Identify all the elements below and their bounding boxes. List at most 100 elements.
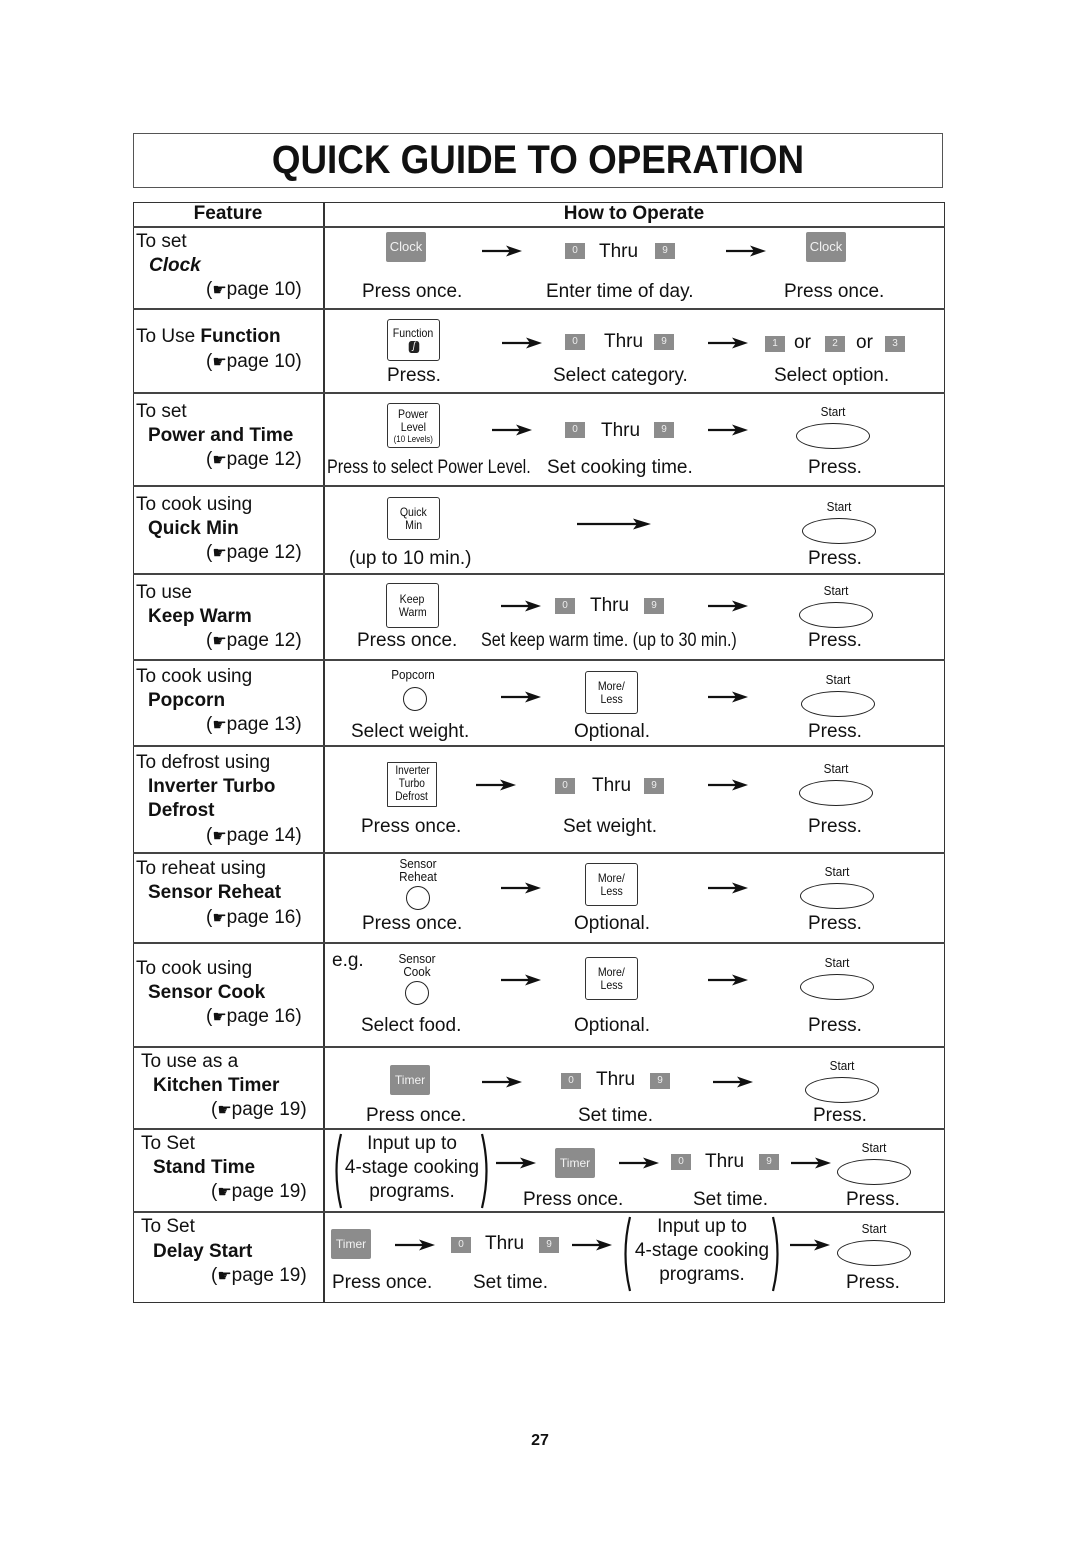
start-button[interactable] — [796, 423, 870, 449]
timer-button[interactable]: Timer — [331, 1229, 371, 1259]
timer-button[interactable]: Timer — [555, 1148, 595, 1178]
page-ref[interactable]: (☛page 10) — [206, 279, 302, 302]
power-level-button[interactable]: Power Level (10 Levels) — [387, 403, 440, 448]
page-ref[interactable]: (☛page 12) — [206, 449, 302, 472]
thru-label: Thru — [599, 241, 639, 262]
arrow-icon — [476, 778, 516, 792]
key-9-button[interactable]: 9 — [655, 243, 675, 259]
inverter-turbo-defrost-button[interactable]: Inverter Turbo Defrost — [387, 762, 437, 807]
program-note-line: programs. — [659, 1264, 745, 1285]
key-2-button[interactable]: 2 — [825, 336, 845, 352]
page-ref[interactable]: (☛page 16) — [206, 907, 302, 930]
start-label: Start — [861, 1221, 887, 1236]
more-less-button[interactable]: More/ Less — [585, 957, 638, 1000]
key-0-button[interactable]: 0 — [565, 243, 585, 259]
popcorn-button[interactable] — [403, 687, 427, 711]
key-9-button[interactable]: 9 — [644, 598, 664, 614]
page-ref[interactable]: (☛page 19) — [211, 1099, 307, 1122]
program-note-line: Input up to — [367, 1133, 457, 1154]
pointing-hand-icon: ☛ — [212, 545, 227, 562]
key-9-button[interactable]: 9 — [650, 1073, 670, 1089]
key-9-button[interactable]: 9 — [539, 1237, 559, 1253]
quick-min-button[interactable]: Quick Min — [387, 497, 440, 540]
key-0-button[interactable]: 0 — [555, 778, 575, 794]
start-button[interactable] — [837, 1159, 911, 1185]
arrow-icon — [395, 1238, 435, 1252]
arrow-icon — [482, 244, 522, 258]
step-label: Press. — [808, 913, 862, 934]
step-label: Select category. — [553, 365, 688, 386]
function-button[interactable]: Function ʃ — [387, 319, 440, 361]
step-label: Press. — [846, 1272, 900, 1293]
start-button[interactable] — [805, 1077, 879, 1103]
arrow-icon — [492, 423, 532, 437]
key-9-button[interactable]: 9 — [654, 422, 674, 438]
page-ref[interactable]: (☛page 12) — [206, 542, 302, 565]
keep-warm-button[interactable]: Keep Warm — [386, 583, 439, 628]
pointing-hand-icon: ☛ — [217, 1102, 232, 1119]
step-label: Press. — [387, 365, 441, 386]
feature-name-sensor-cook: Sensor Cook — [148, 982, 266, 1003]
more-less-button[interactable]: More/ Less — [585, 863, 638, 906]
page-ref[interactable]: (☛page 14) — [206, 825, 302, 848]
start-button[interactable] — [800, 883, 874, 909]
feature-intro: To use as a — [141, 1051, 239, 1072]
start-button[interactable] — [801, 691, 875, 717]
step-label: Press. — [808, 1015, 862, 1036]
more-less-button[interactable]: More/ Less — [585, 671, 638, 714]
start-label: Start — [824, 864, 850, 879]
page-ref[interactable]: (☛page 12) — [206, 630, 302, 653]
page-ref[interactable]: (☛page 19) — [211, 1181, 307, 1204]
clock-button[interactable]: Clock — [806, 232, 846, 262]
arrow-icon — [501, 973, 541, 987]
row-divider — [133, 392, 945, 394]
sensor-cook-button[interactable] — [405, 981, 429, 1005]
key-0-button[interactable]: 0 — [671, 1154, 691, 1170]
start-button[interactable] — [802, 518, 876, 544]
feature-intro: To reheat using — [136, 858, 266, 879]
page-ref[interactable]: (☛page 13) — [206, 714, 302, 737]
page-ref[interactable]: (☛page 16) — [206, 1006, 302, 1029]
start-button[interactable] — [799, 602, 873, 628]
row-divider — [133, 308, 945, 310]
key-0-button[interactable]: 0 — [561, 1073, 581, 1089]
clock-button[interactable]: Clock — [386, 232, 426, 262]
start-label: Start — [826, 499, 852, 514]
key-3-button[interactable]: 3 — [885, 336, 905, 352]
feature-intro: To defrost using — [136, 752, 271, 773]
thru-label: Thru — [592, 775, 632, 796]
key-9-button[interactable]: 9 — [644, 778, 664, 794]
step-label: Set weight. — [563, 816, 657, 837]
timer-button[interactable]: Timer — [390, 1065, 430, 1095]
key-0-button[interactable]: 0 — [565, 334, 585, 350]
step-label: Set keep warm time. (up to 30 min.) — [481, 630, 737, 651]
feature-name-keep-warm: Keep Warm — [148, 606, 252, 627]
arrow-icon — [708, 778, 748, 792]
start-button[interactable] — [799, 780, 873, 806]
key-1-button[interactable]: 1 — [765, 336, 785, 352]
page-ref[interactable]: (☛page 19) — [211, 1265, 307, 1288]
start-button[interactable] — [800, 974, 874, 1000]
sensor-reheat-button[interactable] — [406, 886, 430, 910]
start-button[interactable] — [837, 1240, 911, 1266]
key-9-button[interactable]: 9 — [654, 334, 674, 350]
pointing-hand-icon: ☛ — [217, 1268, 232, 1285]
page-ref[interactable]: (☛page 10) — [206, 351, 302, 374]
header-feature: Feature — [193, 203, 263, 224]
key-9-button[interactable]: 9 — [759, 1154, 779, 1170]
key-0-button[interactable]: 0 — [555, 598, 575, 614]
arrow-icon — [791, 1156, 831, 1170]
step-label: (up to 10 min.) — [349, 548, 472, 569]
or-label: or — [856, 332, 873, 353]
step-label: Enter time of day. — [546, 281, 694, 302]
pointing-hand-icon: ☛ — [212, 282, 227, 299]
key-0-button[interactable]: 0 — [565, 422, 585, 438]
key-0-button[interactable]: 0 — [451, 1237, 471, 1253]
sensor-reheat-label: Sensor Reheat — [399, 856, 437, 884]
program-note-line: programs. — [369, 1181, 455, 1202]
start-label: Start — [823, 761, 849, 776]
or-label: or — [794, 332, 811, 353]
popcorn-label: Popcorn — [391, 667, 435, 682]
feature-intro: To Set — [141, 1133, 195, 1154]
row-divider — [133, 1046, 945, 1048]
